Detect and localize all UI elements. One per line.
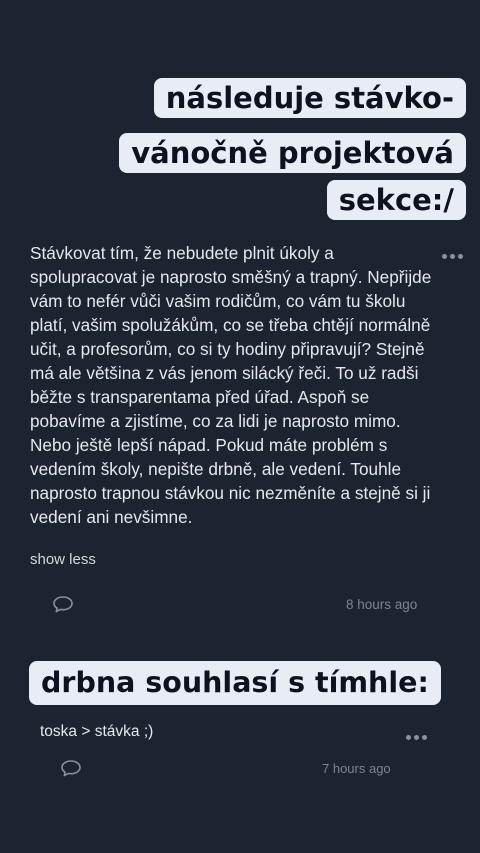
more-horizontal-icon (406, 735, 411, 740)
reply-comment-body: toska > stávka ;) (40, 723, 154, 740)
heading-line-2: vánočně projektová (119, 133, 466, 173)
comment-body: Stávkovat tím, že nebudete plnit úkoly a… (30, 243, 432, 527)
heading-line-1: následuje stávko- (153, 78, 466, 118)
reply-button[interactable] (52, 595, 74, 619)
more-horizontal-icon (442, 254, 447, 259)
reply-to-reply-button[interactable] (60, 759, 82, 783)
reply-timestamp: 7 hours ago (322, 761, 391, 776)
comment-timestamp: 8 hours ago (346, 597, 418, 612)
speech-bubble-icon (53, 596, 73, 613)
reply-more-button[interactable] (406, 735, 427, 740)
show-less-link[interactable]: show less (30, 551, 96, 568)
comment-more-button[interactable] (442, 254, 463, 259)
heading-2: drbna souhlasí s tímhle: (29, 661, 441, 705)
heading-line-3: sekce:/ (326, 180, 466, 220)
speech-bubble-icon (61, 760, 81, 777)
